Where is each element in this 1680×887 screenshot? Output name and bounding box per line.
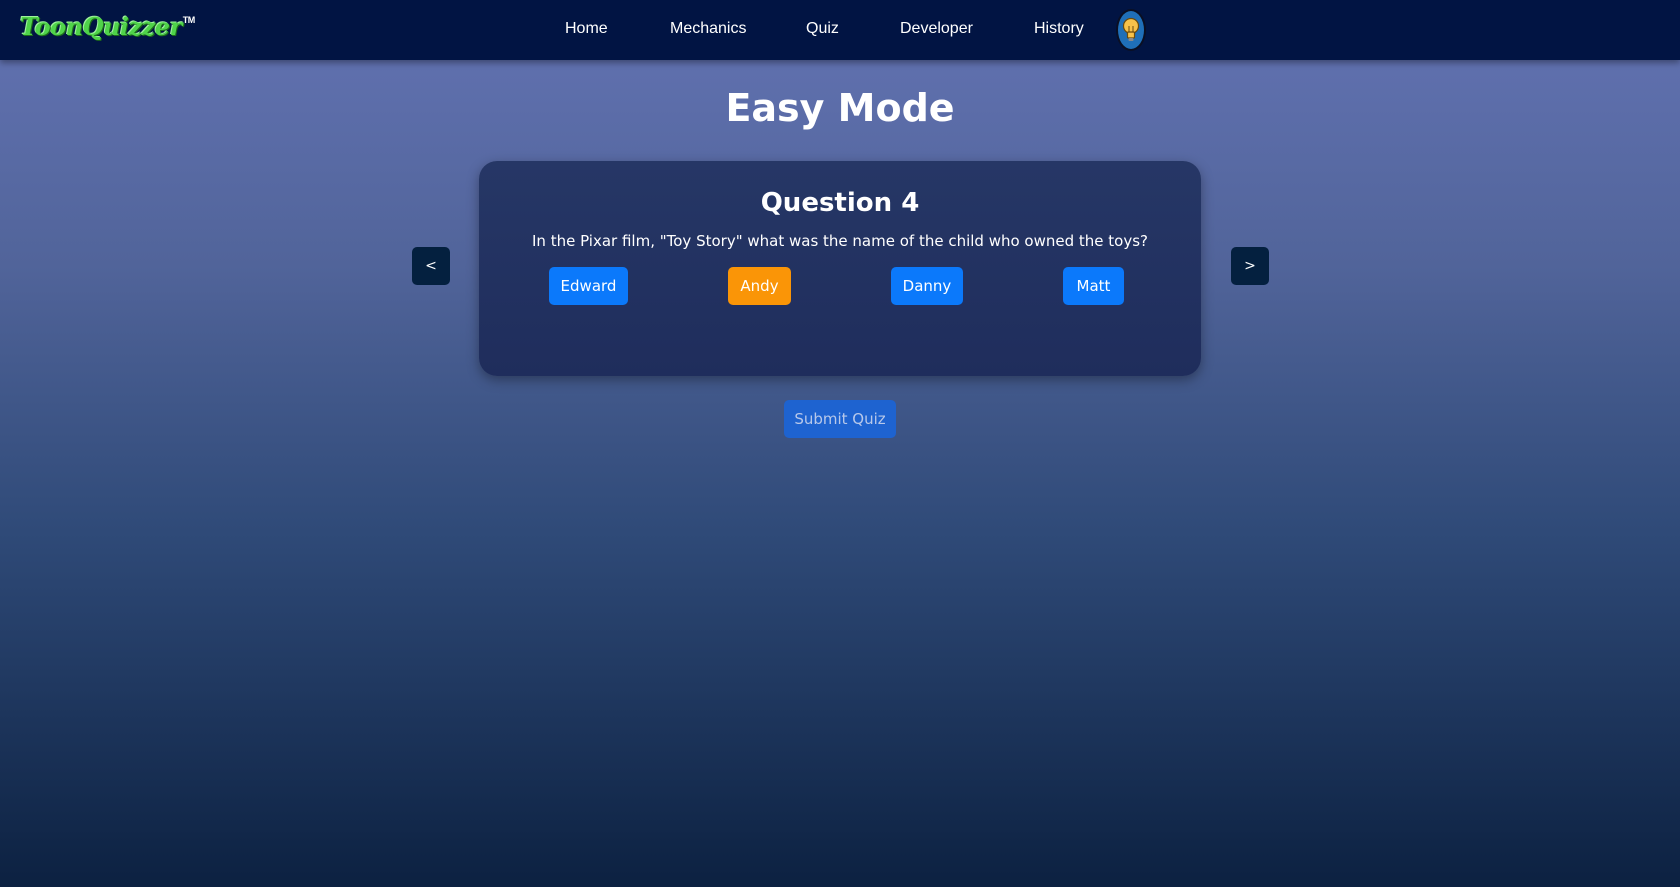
answer-option-edward[interactable]: Edward [549,267,628,305]
brand-logo[interactable]: ToonQuizzerTM [20,12,195,41]
trademark-mark: TM [182,15,196,25]
nav-item-developer[interactable]: Developer [900,20,973,38]
nav-item-quiz[interactable]: Quiz [806,20,839,38]
question-text: In the Pixar film, "Toy Story" what was … [532,232,1148,250]
page-title: Easy Mode [725,86,955,130]
nav-item-mechanics[interactable]: Mechanics [670,20,746,38]
nav-item-home[interactable]: Home [565,20,608,38]
nav-item-history[interactable]: History [1034,20,1084,38]
navbar: ToonQuizzerTM Home Mechanics Quiz Develo… [0,0,1680,60]
submit-quiz-button[interactable]: Submit Quiz [784,400,896,438]
previous-question-button[interactable]: < [412,247,450,285]
next-question-button[interactable]: > [1231,247,1269,285]
answer-option-andy[interactable]: Andy [728,267,791,305]
logo-text: ToonQuizzer [20,12,182,41]
answer-option-danny[interactable]: Danny [891,267,963,305]
question-card: Question 4 In the Pixar film, "Toy Story… [479,161,1201,376]
lightbulb-icon [1122,17,1140,41]
theme-toggle-button[interactable] [1116,9,1146,51]
question-heading: Question 4 [760,188,920,218]
answer-option-matt[interactable]: Matt [1063,267,1124,305]
